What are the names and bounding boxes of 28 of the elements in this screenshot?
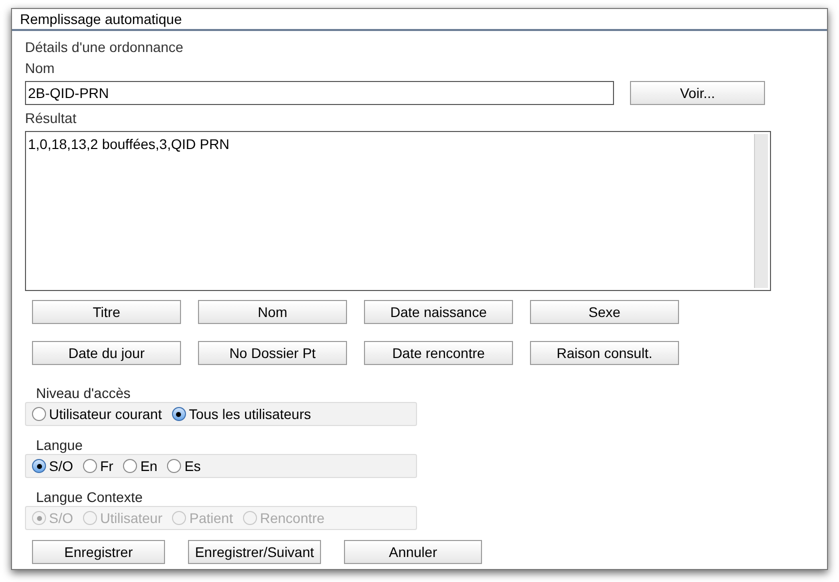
footer-button[interactable]: Annuler xyxy=(344,540,482,564)
group-label: Niveau d'accès xyxy=(35,384,132,402)
section-title: Détails d'une ordonnance xyxy=(25,38,184,56)
radio-option[interactable]: Tous les utilisateurs xyxy=(172,404,311,424)
result-textarea[interactable]: 1,0,18,13,2 bouffées,3,QID PRN xyxy=(25,131,771,291)
insert-field-button[interactable]: Sexe xyxy=(530,300,679,324)
field-label: Résultat xyxy=(25,109,78,127)
field-label: Nom xyxy=(25,59,56,77)
radio-option[interactable]: En xyxy=(123,456,158,476)
insert-field-button[interactable]: Date du jour xyxy=(32,341,181,365)
radio-option[interactable]: Fr xyxy=(83,456,114,476)
name-field[interactable]: 2B-QID-PRN xyxy=(25,81,614,105)
insert-field-button[interactable]: No Dossier Pt xyxy=(198,341,347,365)
insert-field-button[interactable]: Date rencontre xyxy=(364,341,513,365)
insert-field-button[interactable]: Nom xyxy=(198,300,347,324)
insert-field-button[interactable]: Raison consult. xyxy=(530,341,679,365)
radio-option[interactable]: S/O xyxy=(32,456,74,476)
group-label: Langue xyxy=(35,436,84,454)
view-button[interactable]: Voir... xyxy=(630,81,765,105)
group-label: Langue Contexte xyxy=(35,488,144,506)
footer-button[interactable]: Enregistrer xyxy=(32,540,165,564)
scrollbar[interactable] xyxy=(754,134,768,288)
radio-option[interactable]: Es xyxy=(167,456,201,476)
insert-field-button[interactable]: Date naissance xyxy=(364,300,513,324)
footer-button[interactable]: Enregistrer/Suivant xyxy=(188,540,321,564)
radio-option[interactable]: Utilisateur courant xyxy=(32,404,162,424)
insert-field-button[interactable]: Titre xyxy=(32,300,181,324)
window-title: Remplissage automatique xyxy=(12,9,827,31)
